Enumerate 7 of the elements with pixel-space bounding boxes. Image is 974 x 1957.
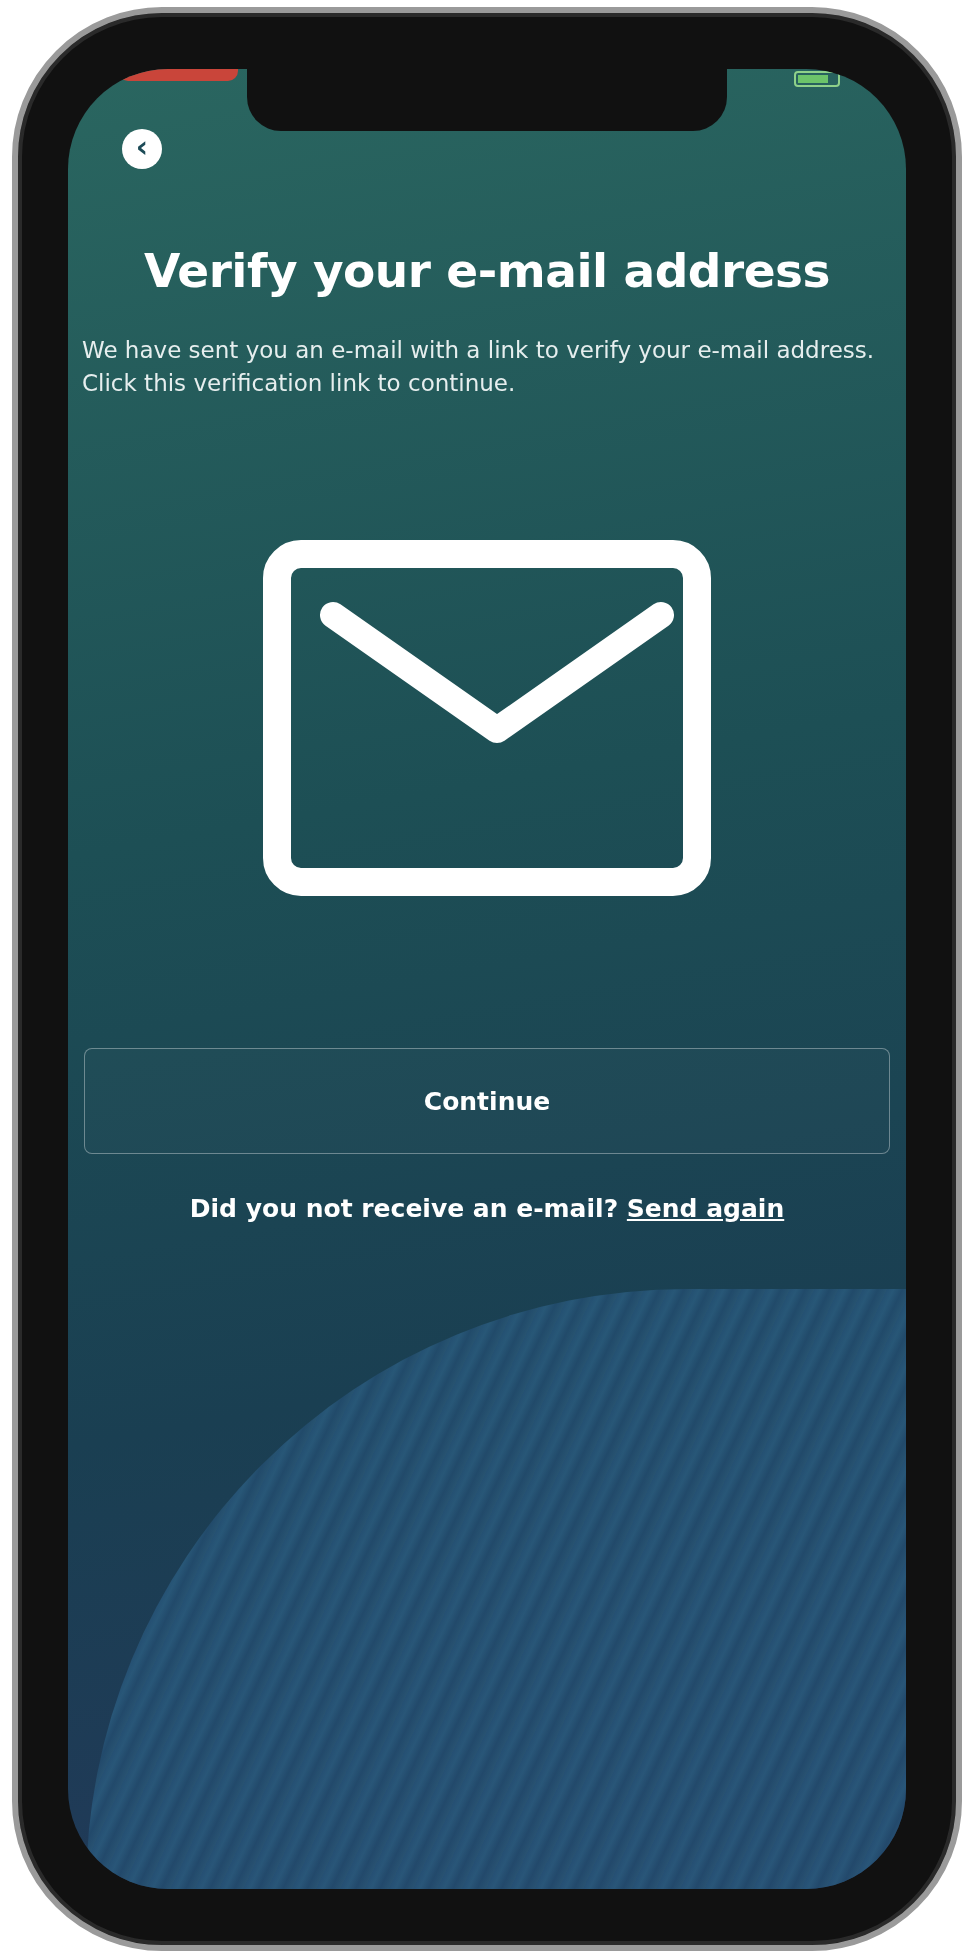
resend-prompt: Did you not receive an e-mail? Send again — [188, 1194, 786, 1224]
verification-message: We have sent you an e-mail with a link to verify your e-mail address. Click this verification link to continue. — [82, 335, 876, 398]
envelope-icon — [263, 540, 711, 897]
back-button[interactable]: ‹ — [122, 128, 162, 169]
send-again-link[interactable]: Send again — [626, 1194, 785, 1224]
continue-button[interactable]: Continue — [84, 1048, 890, 1155]
page-title: Verify your e-mail address — [143, 242, 831, 298]
